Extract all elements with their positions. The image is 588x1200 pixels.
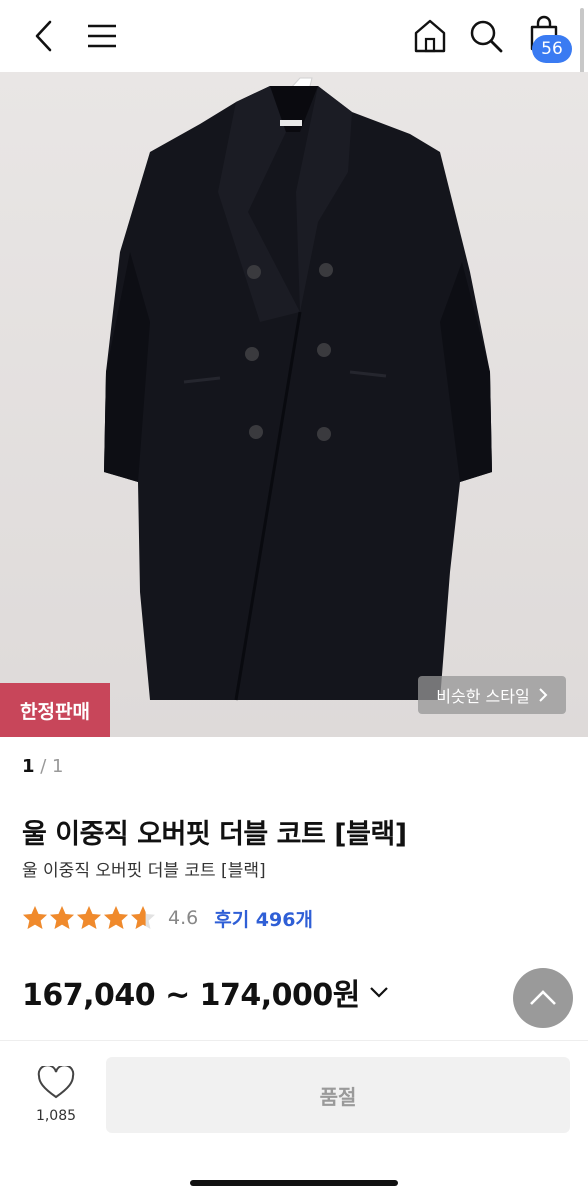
chevron-right-icon — [538, 688, 548, 702]
scroll-to-top-button[interactable] — [513, 968, 573, 1028]
product-image[interactable] — [0, 72, 588, 737]
pager-current: 1 — [22, 756, 35, 777]
product-title: 울 이중직 오버핏 더블 코트 [블랙] — [22, 819, 407, 850]
rating-score: 4.6 — [168, 907, 199, 929]
star-icon — [77, 906, 101, 929]
top-navigation-bar: 56 — [0, 0, 588, 72]
similar-style-button[interactable]: 비슷한 스타일 — [418, 676, 566, 714]
product-subtitle: 울 이중직 오버핏 더블 코트 [블랙] — [22, 861, 266, 881]
home-icon[interactable] — [410, 14, 450, 58]
star-icon — [104, 906, 128, 929]
chevron-down-icon — [370, 987, 388, 998]
coat-illustration — [0, 72, 588, 737]
divider — [0, 1040, 588, 1041]
image-pager: 1 / 1 — [22, 756, 64, 777]
home-indicator — [190, 1180, 398, 1186]
soldout-button[interactable]: 품절 — [106, 1057, 570, 1133]
star-icon — [131, 906, 155, 929]
search-icon[interactable] — [466, 14, 506, 58]
rating-row: 4.6 후기 496개 — [22, 902, 313, 934]
menu-icon[interactable] — [82, 16, 122, 56]
star-rating — [22, 905, 156, 931]
chevron-up-icon — [530, 990, 556, 1005]
pager-total: / 1 — [34, 756, 64, 777]
star-icon — [23, 906, 47, 929]
back-arrow-icon[interactable] — [24, 16, 64, 56]
cart-count-badge: 56 — [532, 35, 572, 63]
price-range[interactable]: 167,040 ~ 174,000원 — [22, 970, 390, 1014]
price-text: 167,040 ~ 174,000원 — [22, 978, 360, 1013]
limited-sale-badge: 한정판매 — [0, 683, 110, 737]
like-count: 1,085 — [35, 1108, 77, 1124]
like-button[interactable]: 1,085 — [20, 1064, 92, 1124]
star-icon — [50, 906, 74, 929]
reviews-link[interactable]: 후기 496개 — [214, 905, 313, 932]
heart-icon — [37, 1064, 75, 1099]
similar-style-label: 비슷한 스타일 — [436, 687, 530, 706]
